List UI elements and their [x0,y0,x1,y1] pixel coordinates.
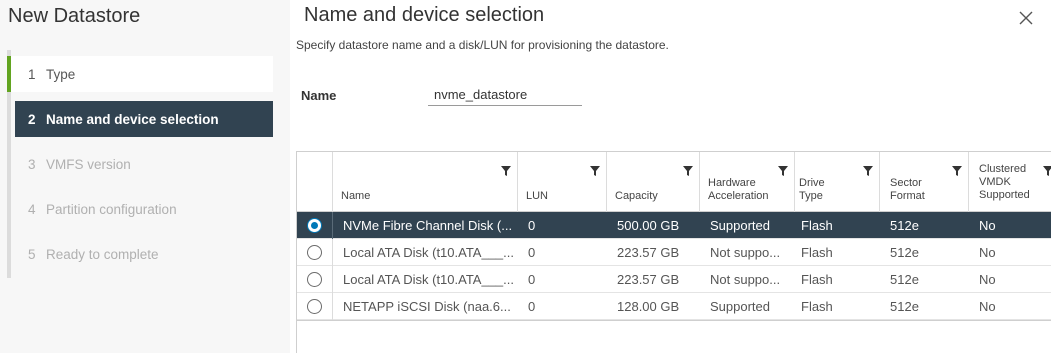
grid-divider [297,320,1051,321]
step-number: 5 [28,246,36,262]
row-radio[interactable] [307,299,322,314]
step-number: 1 [28,66,36,82]
filter-icon[interactable] [501,166,511,176]
cell-lun: 0 [528,272,536,287]
cell-clustered-vmdk: No [979,272,996,287]
step-number: 3 [28,156,36,172]
column-header-label: Drive Type [799,177,825,202]
table-row[interactable]: NETAPP iSCSI Disk (naa.6... 0 128.00 GB … [297,293,1051,320]
row-select-cell [297,293,333,320]
cell-lun: 0 [528,299,536,314]
cell-clustered-vmdk: No [979,299,996,314]
cell-lun: 0 [528,218,536,233]
wizard-sidebar: New Datastore 1 Type 2 Name and device s… [0,0,290,353]
filter-icon[interactable] [778,166,788,176]
column-header-label: Hardware Acceleration [708,177,769,202]
cell-name: NVMe Fibre Channel Disk (... [343,218,513,233]
column-header-label: Capacity [615,190,658,202]
row-select-cell [297,239,333,266]
cell-drive-type: Flash [801,218,833,233]
column-header-name[interactable]: Name [333,152,518,212]
wizard-step-type[interactable]: 1 Type [7,56,273,92]
close-button[interactable] [1014,6,1038,30]
cell-lun: 0 [528,245,536,260]
column-header-label: LUN [526,190,549,202]
device-grid: Name LUN Capacity Hardware Acceleration … [296,151,1051,353]
cell-capacity: 128.00 GB [617,299,680,314]
cell-drive-type: Flash [801,299,833,314]
row-radio[interactable] [307,272,322,287]
column-header-lun[interactable]: LUN [518,152,607,212]
cell-name: NETAPP iSCSI Disk (naa.6... [343,299,511,314]
wizard-step-vmfs-version: 3 VMFS version [11,146,273,182]
cell-sector-format: 512e [890,272,919,287]
step-label: Ready to complete [46,246,159,262]
wizard-step-name-and-device-selection[interactable]: 2 Name and device selection [15,101,273,137]
column-header-capacity[interactable]: Capacity [607,152,700,212]
cell-clustered-vmdk: No [979,218,996,233]
select-column-header [297,152,333,212]
step-label: Partition configuration [46,201,177,217]
filter-icon[interactable] [863,166,873,176]
row-radio[interactable] [307,218,322,233]
cell-name: Local ATA Disk (t10.ATA___... [343,272,514,287]
column-header-sector-format[interactable]: Sector Format [880,152,969,212]
step-label: Name and device selection [46,111,219,127]
cell-name: Local ATA Disk (t10.ATA___... [343,245,514,260]
wizard-title: New Datastore [8,5,141,27]
grid-header: Name LUN Capacity Hardware Acceleration … [297,152,1051,212]
table-row[interactable]: NVMe Fibre Channel Disk (... 0 500.00 GB… [297,212,1051,239]
wizard-step-ready-to-complete: 5 Ready to complete [11,236,273,272]
cell-hardware-acceleration: Not suppo... [710,245,781,260]
cell-sector-format: 512e [890,245,919,260]
column-header-label: Name [341,190,371,202]
cell-sector-format: 512e [890,299,919,314]
cell-drive-type: Flash [801,272,833,287]
filter-icon[interactable] [1043,166,1051,176]
cell-capacity: 500.00 GB [617,218,680,233]
cell-drive-type: Flash [801,245,833,260]
step-number: 4 [28,201,36,217]
filter-icon[interactable] [683,166,693,176]
filter-icon[interactable] [590,166,600,176]
column-header-clustered-vmdk[interactable]: Clustered VMDK Supported [969,152,1051,212]
wizard-step-partition-configuration: 4 Partition configuration [11,191,273,227]
close-icon [1019,11,1033,25]
cell-hardware-acceleration: Not suppo... [710,272,781,287]
page-title: Name and device selection [304,4,545,26]
datastore-name-input[interactable] [428,84,582,106]
column-header-label: Clustered VMDK Supported [979,163,1030,201]
row-radio[interactable] [307,245,322,260]
column-header-label: Sector Format [890,177,925,202]
table-row[interactable]: Local ATA Disk (t10.ATA___... 0 223.57 G… [297,266,1051,293]
row-select-cell [297,266,333,293]
page-subtitle: Specify datastore name and a disk/LUN fo… [296,38,669,52]
column-header-drive-type[interactable]: Drive Type [795,152,880,212]
name-label: Name [301,88,337,103]
cell-sector-format: 512e [890,218,919,233]
cell-capacity: 223.57 GB [617,245,680,260]
step-number: 2 [28,111,36,127]
step-label: VMFS version [46,156,131,172]
filter-icon[interactable] [952,166,962,176]
row-select-cell [297,212,333,239]
cell-capacity: 223.57 GB [617,272,680,287]
column-header-hardware-acceleration[interactable]: Hardware Acceleration [700,152,795,212]
cell-hardware-acceleration: Supported [710,299,770,314]
table-row[interactable]: Local ATA Disk (t10.ATA___... 0 223.57 G… [297,239,1051,266]
cell-clustered-vmdk: No [979,245,996,260]
cell-hardware-acceleration: Supported [710,218,770,233]
step-label: Type [46,66,76,82]
